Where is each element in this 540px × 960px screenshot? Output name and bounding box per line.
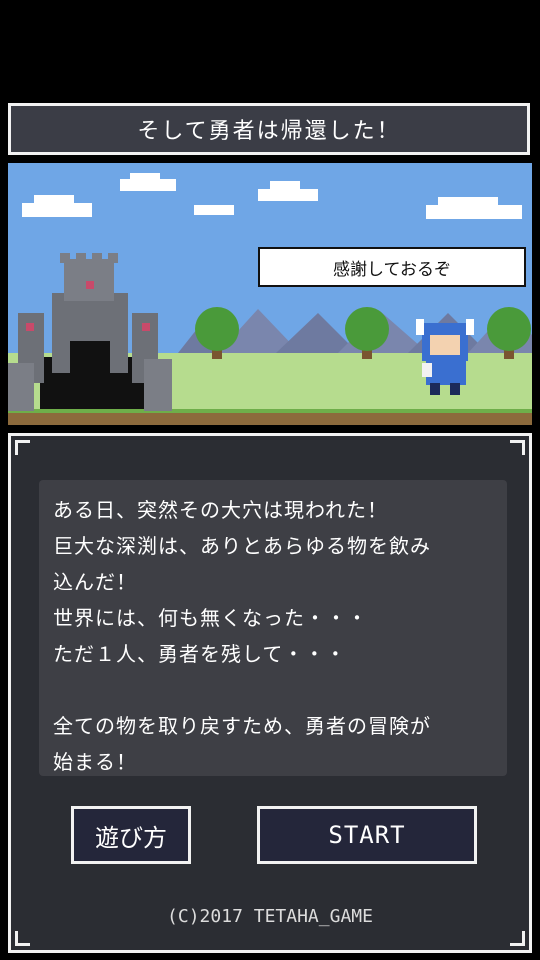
scene-art xyxy=(8,163,532,425)
story-panel: ある日、突然その大穴は現われた！ 巨大な深渕は、ありとあらゆる物を飲み 込んだ！… xyxy=(8,433,532,953)
title-text: そして勇者は帰還した！ xyxy=(137,119,401,144)
how-to-play-label: 遊び方 xyxy=(95,823,167,852)
speech-bubble: 感謝しておるぞ xyxy=(258,247,526,287)
story-scene: 感謝しておるぞ xyxy=(8,163,532,425)
corner-mark xyxy=(15,440,30,455)
corner-mark xyxy=(510,440,525,455)
speech-text: 感謝しておるぞ xyxy=(333,259,451,280)
start-button[interactable]: START xyxy=(257,806,477,864)
corner-mark xyxy=(15,931,30,946)
how-to-play-button[interactable]: 遊び方 xyxy=(71,806,191,864)
copyright-text: (C)2017 TETAHA_GAME xyxy=(167,906,373,927)
corner-mark xyxy=(510,931,525,946)
title-banner: そして勇者は帰還した！ xyxy=(8,103,530,155)
story-text: ある日、突然その大穴は現われた！ 巨大な深渕は、ありとあらゆる物を飲み 込んだ！… xyxy=(39,480,507,776)
start-label: START xyxy=(328,821,406,849)
